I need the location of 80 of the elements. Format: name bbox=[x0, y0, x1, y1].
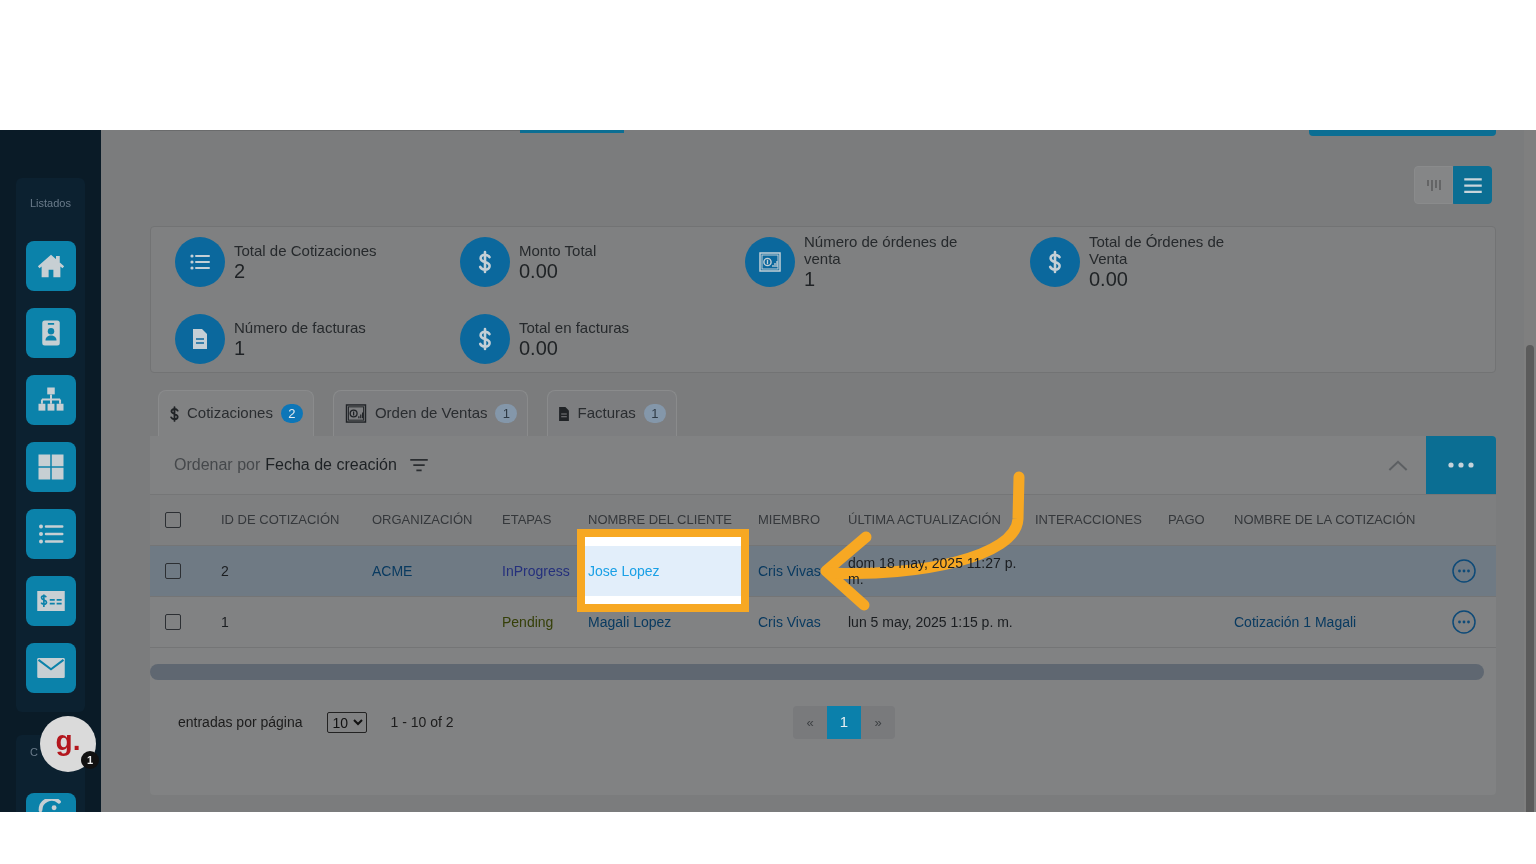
stage-label: InProgress bbox=[502, 563, 570, 579]
column-header[interactable]: NOMBRE DE LA COTIZACIÓN bbox=[1234, 510, 1416, 530]
column-header[interactable]: NOMBRE DEL CLIENTE bbox=[588, 510, 732, 530]
stat-label: Total de Cotizaciones bbox=[234, 241, 377, 259]
column-header[interactable]: ETAPAS bbox=[502, 510, 552, 530]
date-text: lun 5 may, 2025 1:15 p. m. bbox=[848, 614, 1013, 630]
chat-widget-button[interactable]: g. 1 bbox=[40, 716, 96, 772]
dollar-icon bbox=[1030, 237, 1080, 287]
dollar-icon bbox=[460, 314, 510, 364]
client-link[interactable]: Magali Lopez bbox=[588, 611, 672, 633]
stat-label: Total de Órdenes de Venta bbox=[1089, 233, 1226, 267]
section-label: Listados bbox=[30, 197, 71, 209]
document-icon bbox=[559, 406, 570, 421]
organization-link[interactable]: ACME bbox=[372, 560, 413, 582]
stat-label: Número de facturas bbox=[234, 318, 366, 336]
column-header[interactable]: ID DE COTIZACIÓN bbox=[221, 510, 340, 530]
columns-icon bbox=[1425, 178, 1442, 192]
scrollbar-thumb[interactable] bbox=[1526, 345, 1534, 812]
nav-button[interactable] bbox=[25, 308, 76, 358]
nav-button[interactable] bbox=[25, 576, 76, 626]
nav-button[interactable] bbox=[25, 509, 76, 559]
nav-button[interactable] bbox=[25, 241, 76, 291]
stat-label: Número de órdenes de venta bbox=[804, 233, 959, 267]
sort-field[interactable]: Fecha de creación bbox=[265, 453, 397, 477]
tab[interactable]: Cotizaciones 2 bbox=[158, 390, 314, 436]
column-header[interactable]: ORGANIZACIÓN bbox=[372, 510, 473, 530]
column-header[interactable]: MIEMBRO bbox=[758, 510, 821, 530]
quote-id: 1 bbox=[221, 614, 229, 630]
quote-name-link[interactable]: Cotización 1 Magali bbox=[1234, 611, 1357, 633]
list-icon bbox=[175, 237, 225, 287]
stat-label: Monto Total bbox=[519, 241, 597, 259]
dollar-icon bbox=[460, 237, 510, 287]
nav-button[interactable] bbox=[25, 643, 76, 693]
stat-value: 1 bbox=[234, 335, 247, 360]
column-header[interactable]: INTERACCIONES bbox=[1035, 510, 1142, 530]
stat-value: 2 bbox=[234, 258, 247, 283]
member-link[interactable]: Cris Vivas bbox=[758, 560, 821, 582]
per-page-select[interactable]: 10 bbox=[326, 712, 367, 733]
select-all-checkbox[interactable] bbox=[165, 512, 181, 528]
menu-icon bbox=[1462, 177, 1483, 193]
ellipsis-icon bbox=[1448, 462, 1474, 468]
entries-per-page-label: entradas por página bbox=[178, 713, 303, 732]
list-view-button[interactable] bbox=[1453, 166, 1492, 204]
sort-label: Ordenar por bbox=[174, 455, 261, 475]
more-options-icon[interactable] bbox=[1452, 610, 1476, 634]
column-header[interactable]: PAGO bbox=[1168, 510, 1205, 530]
page-button[interactable]: 1 bbox=[827, 706, 861, 739]
stat-value: 0.00 bbox=[519, 335, 559, 360]
stage-label: Pending bbox=[502, 614, 554, 630]
nav-button[interactable] bbox=[25, 375, 76, 425]
page-button[interactable]: » bbox=[861, 706, 895, 739]
filter-icon[interactable] bbox=[408, 458, 429, 472]
member-link[interactable]: Cris Vivas bbox=[758, 611, 821, 633]
arc-icon bbox=[37, 799, 64, 812]
dollar-icon bbox=[170, 405, 179, 422]
column-header[interactable]: ÚLTIMA ACTUALIZACIÓN bbox=[848, 510, 1001, 530]
quote-id: 2 bbox=[221, 563, 229, 579]
client-link[interactable]: Jose Lopez bbox=[588, 560, 660, 582]
chart-frame-icon bbox=[745, 237, 795, 287]
stat-value: 0.00 bbox=[519, 258, 559, 283]
row-checkbox[interactable] bbox=[165, 563, 181, 579]
section-label: C bbox=[30, 746, 38, 758]
more-options-icon[interactable] bbox=[1452, 559, 1476, 583]
range-text: 1 - 10 of 2 bbox=[390, 713, 454, 732]
row-checkbox[interactable] bbox=[165, 614, 181, 630]
tab[interactable]: Orden de Ventas 1 bbox=[332, 390, 529, 436]
count-badge: 1 bbox=[495, 404, 518, 423]
document-icon bbox=[175, 314, 225, 364]
nav-button[interactable] bbox=[25, 442, 76, 492]
stat-value: 1 bbox=[804, 267, 817, 291]
tab[interactable]: Facturas 1 bbox=[547, 390, 677, 436]
count-badge: 1 bbox=[643, 404, 666, 423]
chart-frame-icon bbox=[344, 404, 367, 423]
notification-badge: 1 bbox=[81, 751, 99, 769]
stat-value: 0.00 bbox=[1089, 267, 1129, 291]
stat-label: Total en facturas bbox=[519, 318, 630, 336]
count-badge: 2 bbox=[280, 404, 303, 423]
nav-button[interactable] bbox=[25, 793, 76, 812]
page-button[interactable]: « bbox=[793, 706, 827, 739]
horizontal-scrollbar[interactable] bbox=[150, 664, 1484, 680]
